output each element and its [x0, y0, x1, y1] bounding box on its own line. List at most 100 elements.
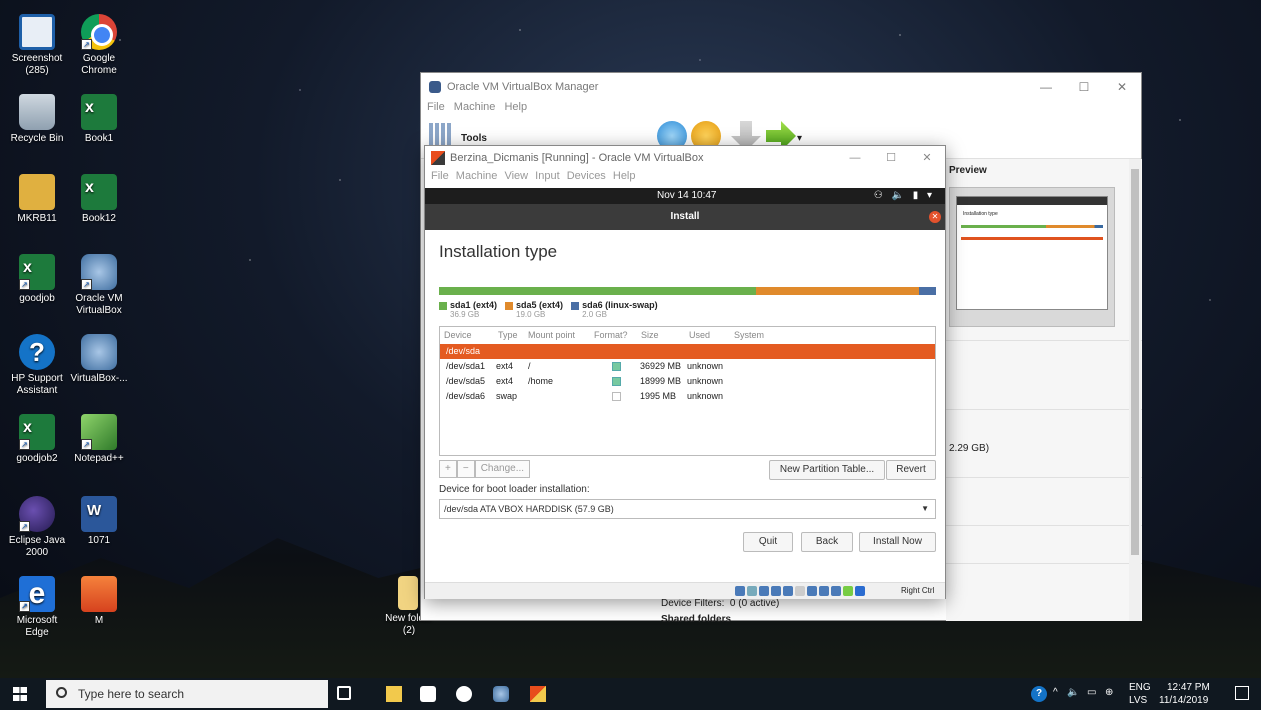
menu-machine[interactable]: Machine	[456, 170, 498, 182]
virtualbox-taskbar-icon[interactable]	[493, 686, 509, 702]
folder-icon	[398, 576, 418, 610]
maximize-icon[interactable]: ☐	[873, 146, 909, 170]
network-icon	[771, 586, 781, 596]
guest-system-tray[interactable]: ⚇ 🔈 ▮ ▾	[874, 190, 935, 201]
vm-status-icons[interactable]	[735, 586, 865, 596]
help-icon[interactable]: ?	[1031, 686, 1047, 702]
format-checkbox[interactable]	[612, 359, 621, 374]
desktop-icon-hp-support[interactable]: ? HP Support Assistant	[6, 334, 68, 397]
table-row[interactable]: /dev/sda5 ext4/home 18999 MB unknown	[440, 374, 935, 389]
desktop-icon-goodjob2[interactable]: ↗ goodjob2	[6, 414, 68, 465]
taskbar-search[interactable]: Type here to search	[46, 680, 328, 708]
partition-bar-segment	[919, 287, 936, 295]
cell-device: /dev/sda	[446, 346, 481, 356]
close-icon[interactable]: ✕	[1103, 73, 1141, 101]
desktop-icon-mkrb11[interactable]: MKRB11	[6, 174, 68, 225]
cell-type: ext4	[496, 361, 514, 371]
excel-icon: ↗	[19, 254, 55, 290]
legend-item: sda1 (ext4) 36.9 GB	[439, 300, 497, 320]
table-row[interactable]: /dev/sda1 ext4 / 36929 MB unknown	[440, 359, 935, 374]
change-partition-button[interactable]: Change...	[474, 460, 531, 478]
language-bottom[interactable]: LVS	[1129, 695, 1147, 706]
desktop-icon-chrome[interactable]: ↗ Google Chrome	[68, 14, 130, 77]
clock-date[interactable]: 11/14/2019	[1159, 695, 1208, 706]
table-row[interactable]: /dev/sda	[440, 344, 935, 359]
maximize-icon[interactable]: ☐	[1065, 73, 1103, 101]
menu-help[interactable]: Help	[504, 101, 527, 113]
menu-view[interactable]: View	[504, 170, 528, 182]
menu-devices[interactable]: Devices	[567, 170, 606, 182]
close-icon[interactable]: ✕	[909, 146, 945, 170]
desktop-icon-recycle-bin[interactable]: Recycle Bin	[6, 94, 68, 145]
boot-loader-select[interactable]: /dev/sda ATA VBOX HARDDISK (57.9 GB) ▼	[439, 499, 936, 519]
partition-table[interactable]: Device Type Mount point Format? Size Use…	[439, 326, 936, 456]
cell-size: 1995 MB	[640, 391, 677, 401]
desktop-icon-screenshot[interactable]: Screenshot (285)	[6, 14, 68, 77]
store-icon[interactable]	[420, 686, 436, 702]
revert-button[interactable]: Revert	[886, 460, 936, 480]
vm-taskbar-icon[interactable]	[530, 686, 546, 702]
preview-header: Preview	[949, 165, 987, 176]
menu-file[interactable]: File	[427, 101, 445, 113]
format-checkbox[interactable]	[612, 389, 621, 404]
chevron-up-icon[interactable]: ^	[1053, 687, 1058, 698]
desktop-icon-label: goodjob	[19, 293, 55, 304]
desktop-icon-label: goodjob2	[16, 453, 58, 464]
virtualbox-logo-icon	[429, 81, 441, 93]
legend-swatch	[571, 301, 580, 310]
menu-machine[interactable]: Machine	[454, 101, 496, 113]
cell-mount: /home	[528, 376, 554, 386]
menu-help[interactable]: Help	[613, 170, 636, 182]
mail-icon[interactable]	[456, 686, 472, 702]
desktop-icon-book12[interactable]: Book12	[68, 174, 130, 225]
file-explorer-icon[interactable]	[386, 686, 402, 702]
add-partition-button[interactable]: +	[439, 460, 457, 478]
battery-icon[interactable]: ▭	[1087, 687, 1096, 698]
storage-size-text: 2.29 GB)	[949, 443, 990, 454]
network-globe-icon[interactable]: ⊕	[1105, 687, 1113, 698]
start-dropdown-icon[interactable]: ▾	[797, 133, 802, 144]
section-divider	[946, 340, 1142, 341]
desktop-icon-notepad[interactable]: ↗ Notepad++	[68, 414, 130, 465]
keyboard-icon	[855, 586, 865, 596]
details-scrollbar[interactable]	[1129, 159, 1141, 621]
desktop-icon-goodjob[interactable]: ↗ goodjob	[6, 254, 68, 305]
desktop-icon-m[interactable]: M	[68, 576, 130, 627]
cell-size: 18999 MB	[640, 376, 682, 386]
clock-time[interactable]: 12:47 PM	[1167, 682, 1210, 693]
new-partition-table-button[interactable]: New Partition Table...	[769, 460, 885, 480]
minimize-icon[interactable]: —	[1027, 73, 1065, 101]
screenshot-icon	[19, 14, 55, 50]
shared-folders-header: Shared folders	[661, 614, 732, 625]
back-button[interactable]: Back	[801, 532, 853, 552]
language-top[interactable]: ENG	[1129, 682, 1151, 693]
table-row[interactable]: /dev/sda6 swap 1995 MB unknown	[440, 389, 935, 404]
guest-clock[interactable]: Nov 14 10:47	[657, 190, 717, 201]
desktop-icon-edge[interactable]: e ↗ Microsoft Edge	[6, 576, 68, 639]
windows-start-icon[interactable]	[13, 687, 27, 701]
format-checkbox[interactable]	[612, 374, 621, 389]
partition-bar-segment	[756, 287, 920, 295]
minimize-icon[interactable]: —	[837, 146, 873, 170]
recording-icon	[819, 586, 829, 596]
desktop-icon-label: Book1	[84, 133, 114, 144]
notification-icon[interactable]	[1235, 686, 1249, 700]
task-view-icon[interactable]	[337, 686, 351, 700]
section-divider	[946, 409, 1142, 410]
desktop-icon-virtualbox[interactable]: ↗ Oracle VM VirtualBox	[68, 254, 130, 317]
desktop-icon-1071[interactable]: 1071	[68, 496, 130, 547]
tools-label[interactable]: Tools	[461, 133, 487, 144]
menu-input[interactable]: Input	[535, 170, 559, 182]
install-now-button[interactable]: Install Now	[859, 532, 936, 552]
section-divider	[946, 477, 1142, 478]
volume-icon[interactable]: 🔈	[1067, 687, 1079, 698]
desktop-icon-book1[interactable]: Book1	[68, 94, 130, 145]
vm-window[interactable]: Berzina_Dicmanis [Running] - Oracle VM V…	[424, 145, 946, 599]
desktop-icon-virtualbox-installer[interactable]: VirtualBox-...	[68, 334, 130, 385]
menu-file[interactable]: File	[431, 170, 449, 182]
close-icon[interactable]: ✕	[929, 211, 941, 223]
remove-partition-button[interactable]: −	[456, 460, 475, 478]
quit-button[interactable]: Quit	[743, 532, 793, 552]
cpu-icon	[831, 586, 841, 596]
desktop-icon-eclipse[interactable]: ↗ Eclipse Java 2000	[6, 496, 68, 559]
